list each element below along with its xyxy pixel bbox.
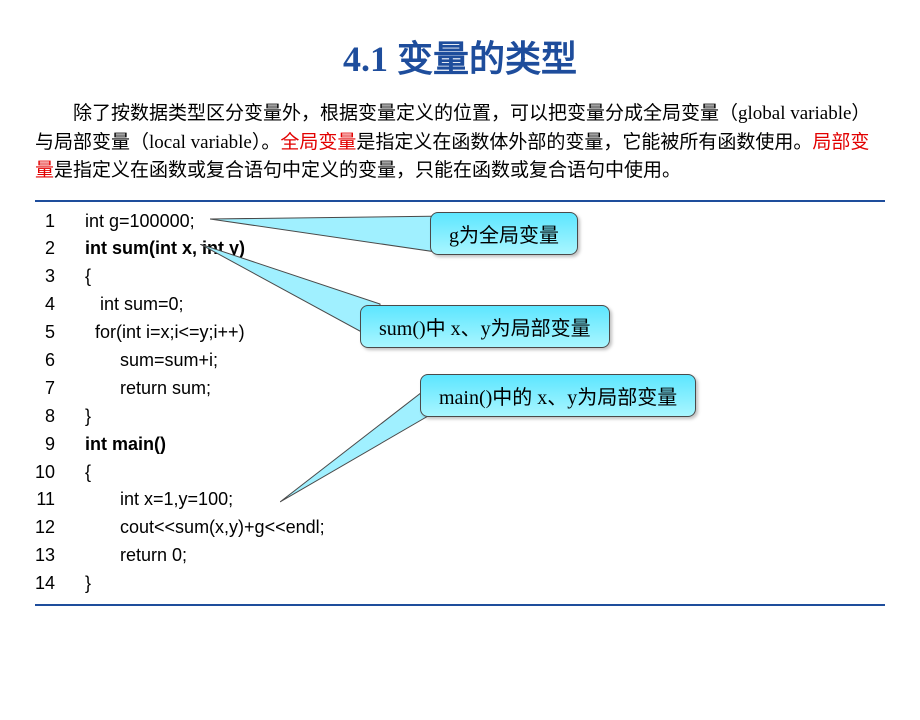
callout-sum-local: sum()中 x、y为局部变量 (360, 305, 610, 348)
code-line: 10{ (35, 459, 885, 487)
code-text: return sum; (85, 375, 211, 403)
line-number: 11 (35, 486, 85, 514)
code-line: 13 return 0; (35, 542, 885, 570)
line-number: 7 (35, 375, 85, 403)
code-text: sum=sum+i; (85, 347, 218, 375)
code-text: } (85, 570, 91, 598)
code-block: 1int g=100000; 2int sum(int x, int y) 3{… (35, 200, 885, 606)
line-number: 14 (35, 570, 85, 598)
para-part3: 是指定义在函数或复合语句中定义的变量，只能在函数或复合语句中使用。 (54, 160, 681, 181)
code-line: 9int main() (35, 431, 885, 459)
line-number: 8 (35, 403, 85, 431)
line-number: 5 (35, 319, 85, 347)
code-text: { (85, 459, 91, 487)
para-red1: 全局变量 (280, 132, 356, 153)
callout-main-local: main()中的 x、y为局部变量 (420, 374, 696, 417)
code-text: int sum=0; (85, 291, 184, 319)
page-title: 4.1 变量的类型 (0, 30, 920, 82)
line-number: 13 (35, 542, 85, 570)
line-number: 6 (35, 347, 85, 375)
code-text: { (85, 263, 91, 291)
code-text: int g=100000; (85, 208, 195, 236)
para-part2: 是指定义在函数体外部的变量，它能被所有函数使用。 (356, 132, 812, 153)
line-number: 2 (35, 235, 85, 263)
code-line: 11 int x=1,y=100; (35, 486, 885, 514)
line-number: 3 (35, 263, 85, 291)
code-line: 12 cout<<sum(x,y)+g<<endl; (35, 514, 885, 542)
line-number: 4 (35, 291, 85, 319)
intro-paragraph: 除了按数据类型区分变量外，根据变量定义的位置，可以把变量分成全局变量（globa… (35, 100, 885, 186)
code-line: 3{ (35, 263, 885, 291)
code-text: int main() (85, 431, 166, 459)
line-number: 10 (35, 459, 85, 487)
code-line: 6 sum=sum+i; (35, 347, 885, 375)
code-text: return 0; (85, 542, 187, 570)
line-number: 9 (35, 431, 85, 459)
line-number: 1 (35, 208, 85, 236)
callout-global: g为全局变量 (430, 212, 578, 255)
code-text: int x=1,y=100; (85, 486, 233, 514)
code-text: } (85, 403, 91, 431)
line-number: 12 (35, 514, 85, 542)
code-text: cout<<sum(x,y)+g<<endl; (85, 514, 325, 542)
code-line: 14} (35, 570, 885, 598)
